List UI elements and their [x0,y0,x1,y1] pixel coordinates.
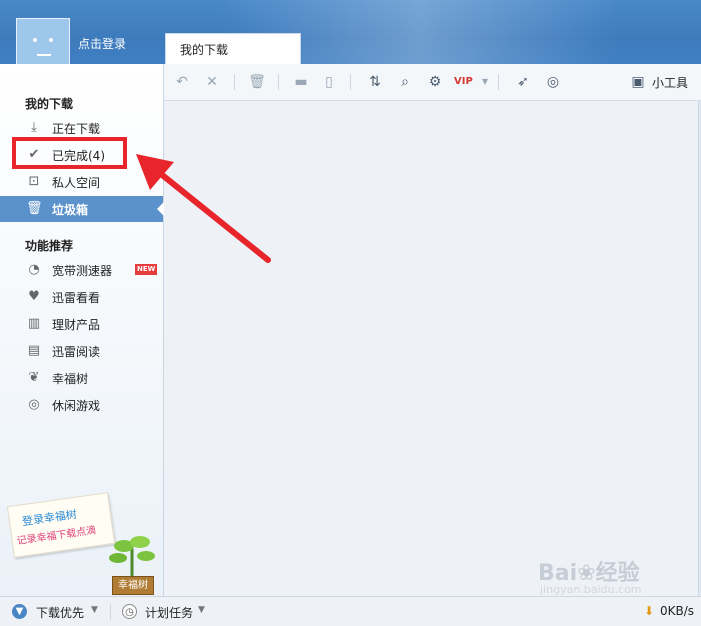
watermark-url: jingyan.baidu.com [540,583,642,596]
document-icon[interactable]: ▯ [320,73,338,91]
download-speed: 0KB/s [660,604,695,618]
trash-icon: 🗑 [26,201,43,216]
sidebar-item-games[interactable]: ◎ 休闲游戏 [0,392,163,418]
clock-icon[interactable]: ◷ [122,604,137,619]
search-icon[interactable]: ⌕ [396,73,414,91]
folder-icon[interactable]: ▬ [292,73,310,91]
toolbar-divider [234,74,235,90]
plant-icon [109,536,155,578]
speedometer-icon: ◔ [28,262,40,277]
lock-icon: ⊡ [28,174,40,189]
status-divider [110,604,111,620]
gamepad-icon[interactable]: ◎ [544,73,562,91]
chevron-down-icon[interactable]: ▼ [91,605,98,615]
sidebar-item-label: 私人空间 [52,176,101,190]
status-bar: ▼ 下载优先 ▼ ◷ 计划任务 ▼ ⬇ 0KB/s [0,596,701,626]
priority-icon[interactable]: ▼ [12,604,27,619]
section-title-features: 功能推荐 [25,239,74,253]
toolbar-divider [278,74,279,90]
gamepad-icon: ◎ [28,397,40,412]
sidebar-item-label: 垃圾箱 [52,203,89,217]
coins-icon: ▥ [27,316,41,331]
toolbar-divider [350,74,351,90]
tools-label[interactable]: 小工具 [652,74,688,91]
happy-tree-sign[interactable]: 幸福树 [112,576,154,595]
title-bar [0,0,701,64]
section-title-downloads: 我的下载 [25,97,74,111]
toolbar: ↶ ✕ 🗑 ▬ ▯ ⇅ ⌕ ⚙ VIP ▼ ➶ ◎ ▣ [164,64,701,101]
sidebar-item-finance[interactable]: ▥ 理财产品 [0,311,163,337]
toolbar-divider [498,74,499,90]
sidebar-item-label: 迅雷看看 [52,291,101,305]
download-icon: ⤓ [31,120,37,135]
sidebar-item-label: 休闲游戏 [52,399,101,413]
toolbox-icon[interactable]: ▣ [629,73,647,91]
priority-label[interactable]: 下载优先 [36,604,84,621]
heart-icon: ♥ [28,289,40,304]
avatar-mouth [37,54,51,56]
sort-icon[interactable]: ⇅ [366,73,384,91]
restore-icon[interactable]: ↶ [173,73,191,91]
tab-label: 我的下载 [180,43,229,57]
highlight-box [12,137,127,169]
gear-icon[interactable]: ⚙ [426,73,444,91]
vip-icon[interactable]: VIP [454,73,473,91]
avatar-eye-right [49,38,53,42]
schedule-label[interactable]: 计划任务 [145,604,193,621]
sidebar-item-label: 迅雷阅读 [52,345,101,359]
sidebar-item-label: 宽带测速器 [52,264,113,278]
sidebar-item-kankan[interactable]: ♥ 迅雷看看 [0,284,163,310]
download-speed-icon: ⬇ [644,604,655,618]
sidebar-item-happy-tree[interactable]: ❦ 幸福树 [0,365,163,391]
book-icon: ▤ [27,343,41,358]
annotation-arrow-icon [136,154,271,263]
trash-icon[interactable]: 🗑 [248,73,266,91]
leaf-icon: ❦ [28,370,40,385]
sidebar-item-label: 幸福树 [52,372,89,386]
bird-icon[interactable]: ➶ [514,73,532,91]
close-icon[interactable]: ✕ [203,73,221,91]
sidebar-item-label: 正在下载 [52,122,101,136]
avatar-eye-left [33,38,37,42]
chevron-down-icon[interactable]: ▼ [198,605,205,615]
tab-my-downloads[interactable]: 我的下载 [165,33,301,64]
sidebar-item-reading[interactable]: ▤ 迅雷阅读 [0,338,163,364]
login-link[interactable]: 点击登录 [78,35,126,52]
sidebar-item-label: 理财产品 [52,318,101,332]
chevron-down-icon[interactable]: ▼ [476,73,494,91]
